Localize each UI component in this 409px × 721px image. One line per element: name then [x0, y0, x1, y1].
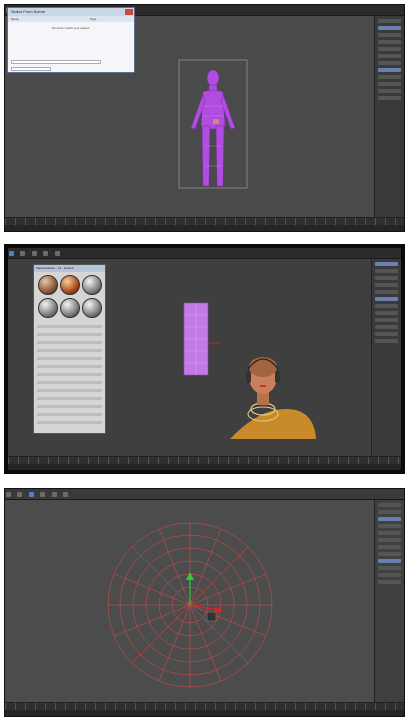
rotate-icon[interactable] [31, 251, 37, 256]
status-bar [8, 464, 401, 470]
transform-gizmo [186, 572, 223, 622]
material-slot-skin[interactable] [38, 275, 58, 295]
material-slot-cloth[interactable] [60, 275, 80, 295]
select-icon[interactable] [9, 251, 14, 256]
dialog-title-text: Select From Scene [11, 9, 46, 14]
move-icon[interactable] [20, 251, 26, 256]
main-toolbar [8, 248, 401, 259]
timeline-slider[interactable] [5, 217, 404, 225]
wireframe-sphere [107, 522, 273, 688]
dialog-list-header: Name Type [8, 16, 134, 22]
material-editor[interactable]: Material Editor - 01 - Default [33, 264, 106, 434]
column-type[interactable]: Type [90, 17, 97, 21]
render-icon[interactable] [54, 251, 60, 256]
column-name[interactable]: Name [11, 17, 19, 21]
scale-icon[interactable] [43, 251, 49, 256]
command-panel[interactable] [371, 259, 401, 456]
material-slot-3[interactable] [82, 275, 102, 295]
status-bar [5, 710, 404, 716]
move-icon[interactable] [40, 492, 46, 497]
viewport-perspective[interactable] [5, 500, 374, 702]
search-field[interactable] [11, 60, 101, 64]
dialog-body: Name Type No items match your search. [8, 16, 134, 72]
undo-icon[interactable] [6, 492, 11, 497]
timeline-slider[interactable] [5, 702, 404, 710]
selection-set-field[interactable] [11, 67, 51, 71]
select-from-scene-dialog[interactable]: Select From Scene Name Type No items mat… [7, 7, 135, 73]
material-slot-6[interactable] [82, 298, 102, 318]
material-slot-5[interactable] [60, 298, 80, 318]
main-toolbar [5, 489, 404, 500]
rotate-icon[interactable] [51, 492, 57, 497]
status-bar [5, 225, 404, 231]
screenshot-panel-2: Material Editor - 01 - Default [4, 244, 405, 474]
scale-icon[interactable] [63, 492, 69, 497]
screenshot-panel-3 [4, 488, 405, 717]
dialog-title: Select From Scene [8, 8, 134, 16]
redo-icon[interactable] [17, 492, 23, 497]
timeline-slider[interactable] [8, 456, 401, 464]
command-panel[interactable] [374, 16, 404, 217]
close-icon[interactable] [125, 9, 133, 15]
select-icon[interactable] [28, 492, 34, 497]
material-slot-4[interactable] [38, 298, 58, 318]
material-editor-title: Material Editor - 01 - Default [34, 265, 105, 272]
empty-list-message: No items match your search. [51, 26, 91, 30]
command-panel[interactable] [374, 500, 404, 702]
screenshot-panel-1: Select From Scene Name Type No items mat… [4, 4, 405, 232]
